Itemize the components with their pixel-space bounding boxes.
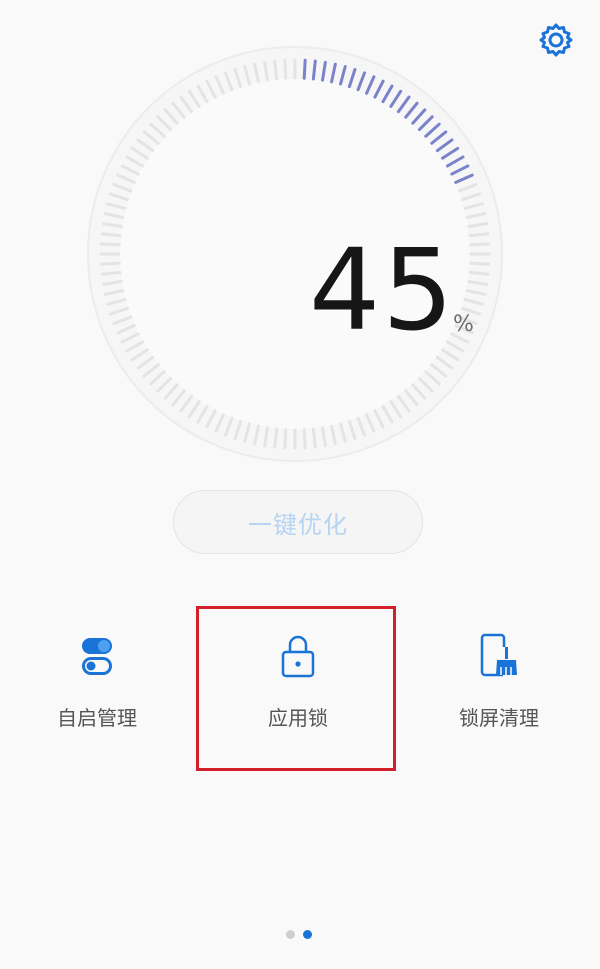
settings-button[interactable]: [536, 20, 576, 60]
feature-lock-screen-clean-label: 锁屏清理: [459, 706, 539, 730]
feature-lock-screen-clean[interactable]: 锁屏清理: [419, 632, 579, 731]
gauge-tick: [302, 58, 307, 80]
gauge-tick: [100, 270, 122, 276]
gauge-tick: [468, 270, 490, 276]
gauge-tick: [469, 242, 491, 247]
gauge-unit: %: [453, 312, 474, 337]
phone-broom-icon: [477, 632, 521, 680]
gauge-tick: [99, 261, 121, 266]
highlight-frame: [196, 606, 396, 771]
gauge-tick: [283, 58, 288, 80]
gauge-tick: [311, 59, 317, 81]
gear-icon: [539, 23, 573, 57]
gauge-tick: [469, 261, 491, 266]
gauge-tick: [311, 427, 317, 449]
gauge-score: 45: [309, 226, 456, 356]
page-dot-1[interactable]: [286, 930, 295, 939]
gauge-tick: [468, 232, 490, 238]
page-dot-2[interactable]: [303, 930, 312, 939]
gauge-tick: [302, 428, 307, 450]
feature-autostart[interactable]: 自启管理: [17, 632, 177, 731]
toggle-switch-icon: [75, 632, 119, 680]
gauge-tick: [283, 428, 288, 450]
optimization-gauge: 45 %: [81, 40, 509, 468]
gauge-tick: [100, 232, 122, 238]
gauge-tick: [273, 427, 279, 449]
gauge-tick: [99, 242, 121, 247]
one-click-optimize-button[interactable]: 一键优化: [173, 490, 423, 554]
feature-autostart-label: 自启管理: [57, 706, 137, 730]
page-indicator: [286, 930, 312, 939]
gauge-tick: [273, 59, 279, 81]
